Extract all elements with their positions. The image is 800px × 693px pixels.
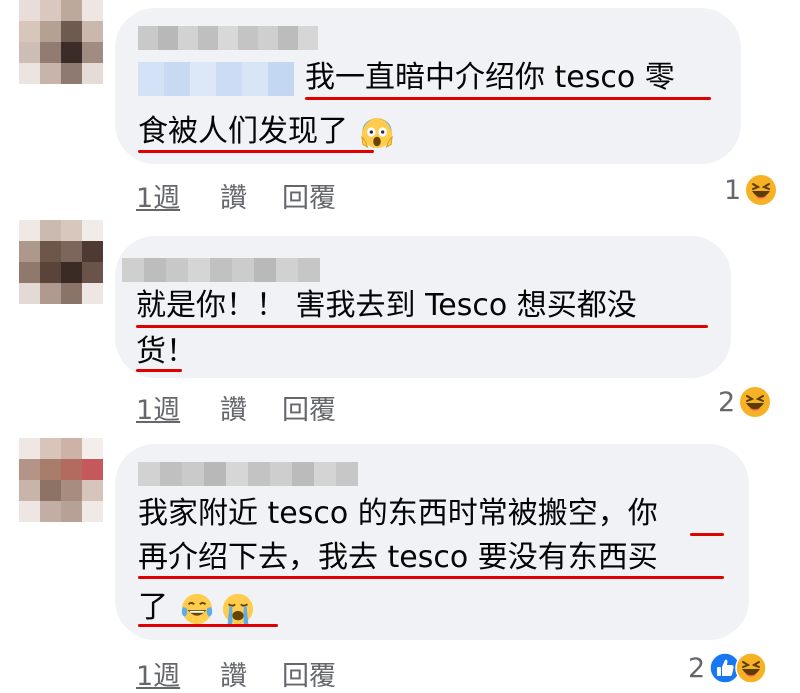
commenter-name-blurred[interactable] [122,258,320,282]
comment-text-line: 再介绍下去，我去 tesco 要没有东西买 [138,540,658,575]
comment-text-line: 我一直暗中介绍你 tesco 零 [305,60,675,95]
like-button[interactable]: 讚 [220,388,247,427]
comment-text-line: 我家附近 tesco 的东西时常被搬空，你 [138,496,658,531]
commenter-name-blurred[interactable] [138,462,358,486]
reaction-count: 2 [718,386,736,418]
reaction-summary[interactable]: 2 [718,386,771,418]
red-underline [136,325,708,328]
reply-button[interactable]: 回覆 [282,388,336,427]
avatar[interactable] [19,438,103,522]
reply-button[interactable]: 回覆 [282,654,336,693]
reaction-count: 2 [688,652,706,684]
mention-blurred[interactable] [138,62,294,96]
reaction-summary[interactable]: 2 [688,652,767,684]
reaction-summary[interactable]: 1 [724,174,777,206]
laugh-reaction-icon [740,387,771,417]
reaction-count: 1 [724,174,742,206]
sob-emoji-icon [222,593,254,624]
comment-text-line: 货！ [136,334,196,369]
scream-emoji-icon [360,117,393,148]
red-underline [138,576,724,579]
red-underline [305,97,711,100]
comment-text-content: 了 [138,590,168,625]
laugh-reaction-icon [735,652,767,684]
red-underline [136,369,182,372]
red-underline [138,624,278,627]
timestamp-link[interactable]: 1週 [136,176,180,215]
comment-text-line: 就是你！！ 害我去到 Tesco 想买都没 [136,288,637,323]
avatar[interactable] [19,220,103,304]
timestamp-link[interactable]: 1週 [136,654,180,693]
commenter-name-blurred[interactable] [138,26,318,50]
laugh-reaction-icon [746,175,777,205]
like-button[interactable]: 讚 [220,176,247,215]
comment-text-line: 食被人们发现了 [138,112,394,152]
reaction-icons [709,652,767,684]
like-button[interactable]: 讚 [220,654,247,693]
reply-button[interactable]: 回覆 [282,176,336,215]
avatar[interactable] [19,0,103,84]
timestamp-link[interactable]: 1週 [136,388,180,427]
joy-emoji-icon [181,593,212,624]
comment-text-line: 了 [138,588,255,628]
red-underline [138,150,374,153]
comment-text-content: 食被人们发现了 [138,114,348,149]
red-underline [690,533,724,536]
